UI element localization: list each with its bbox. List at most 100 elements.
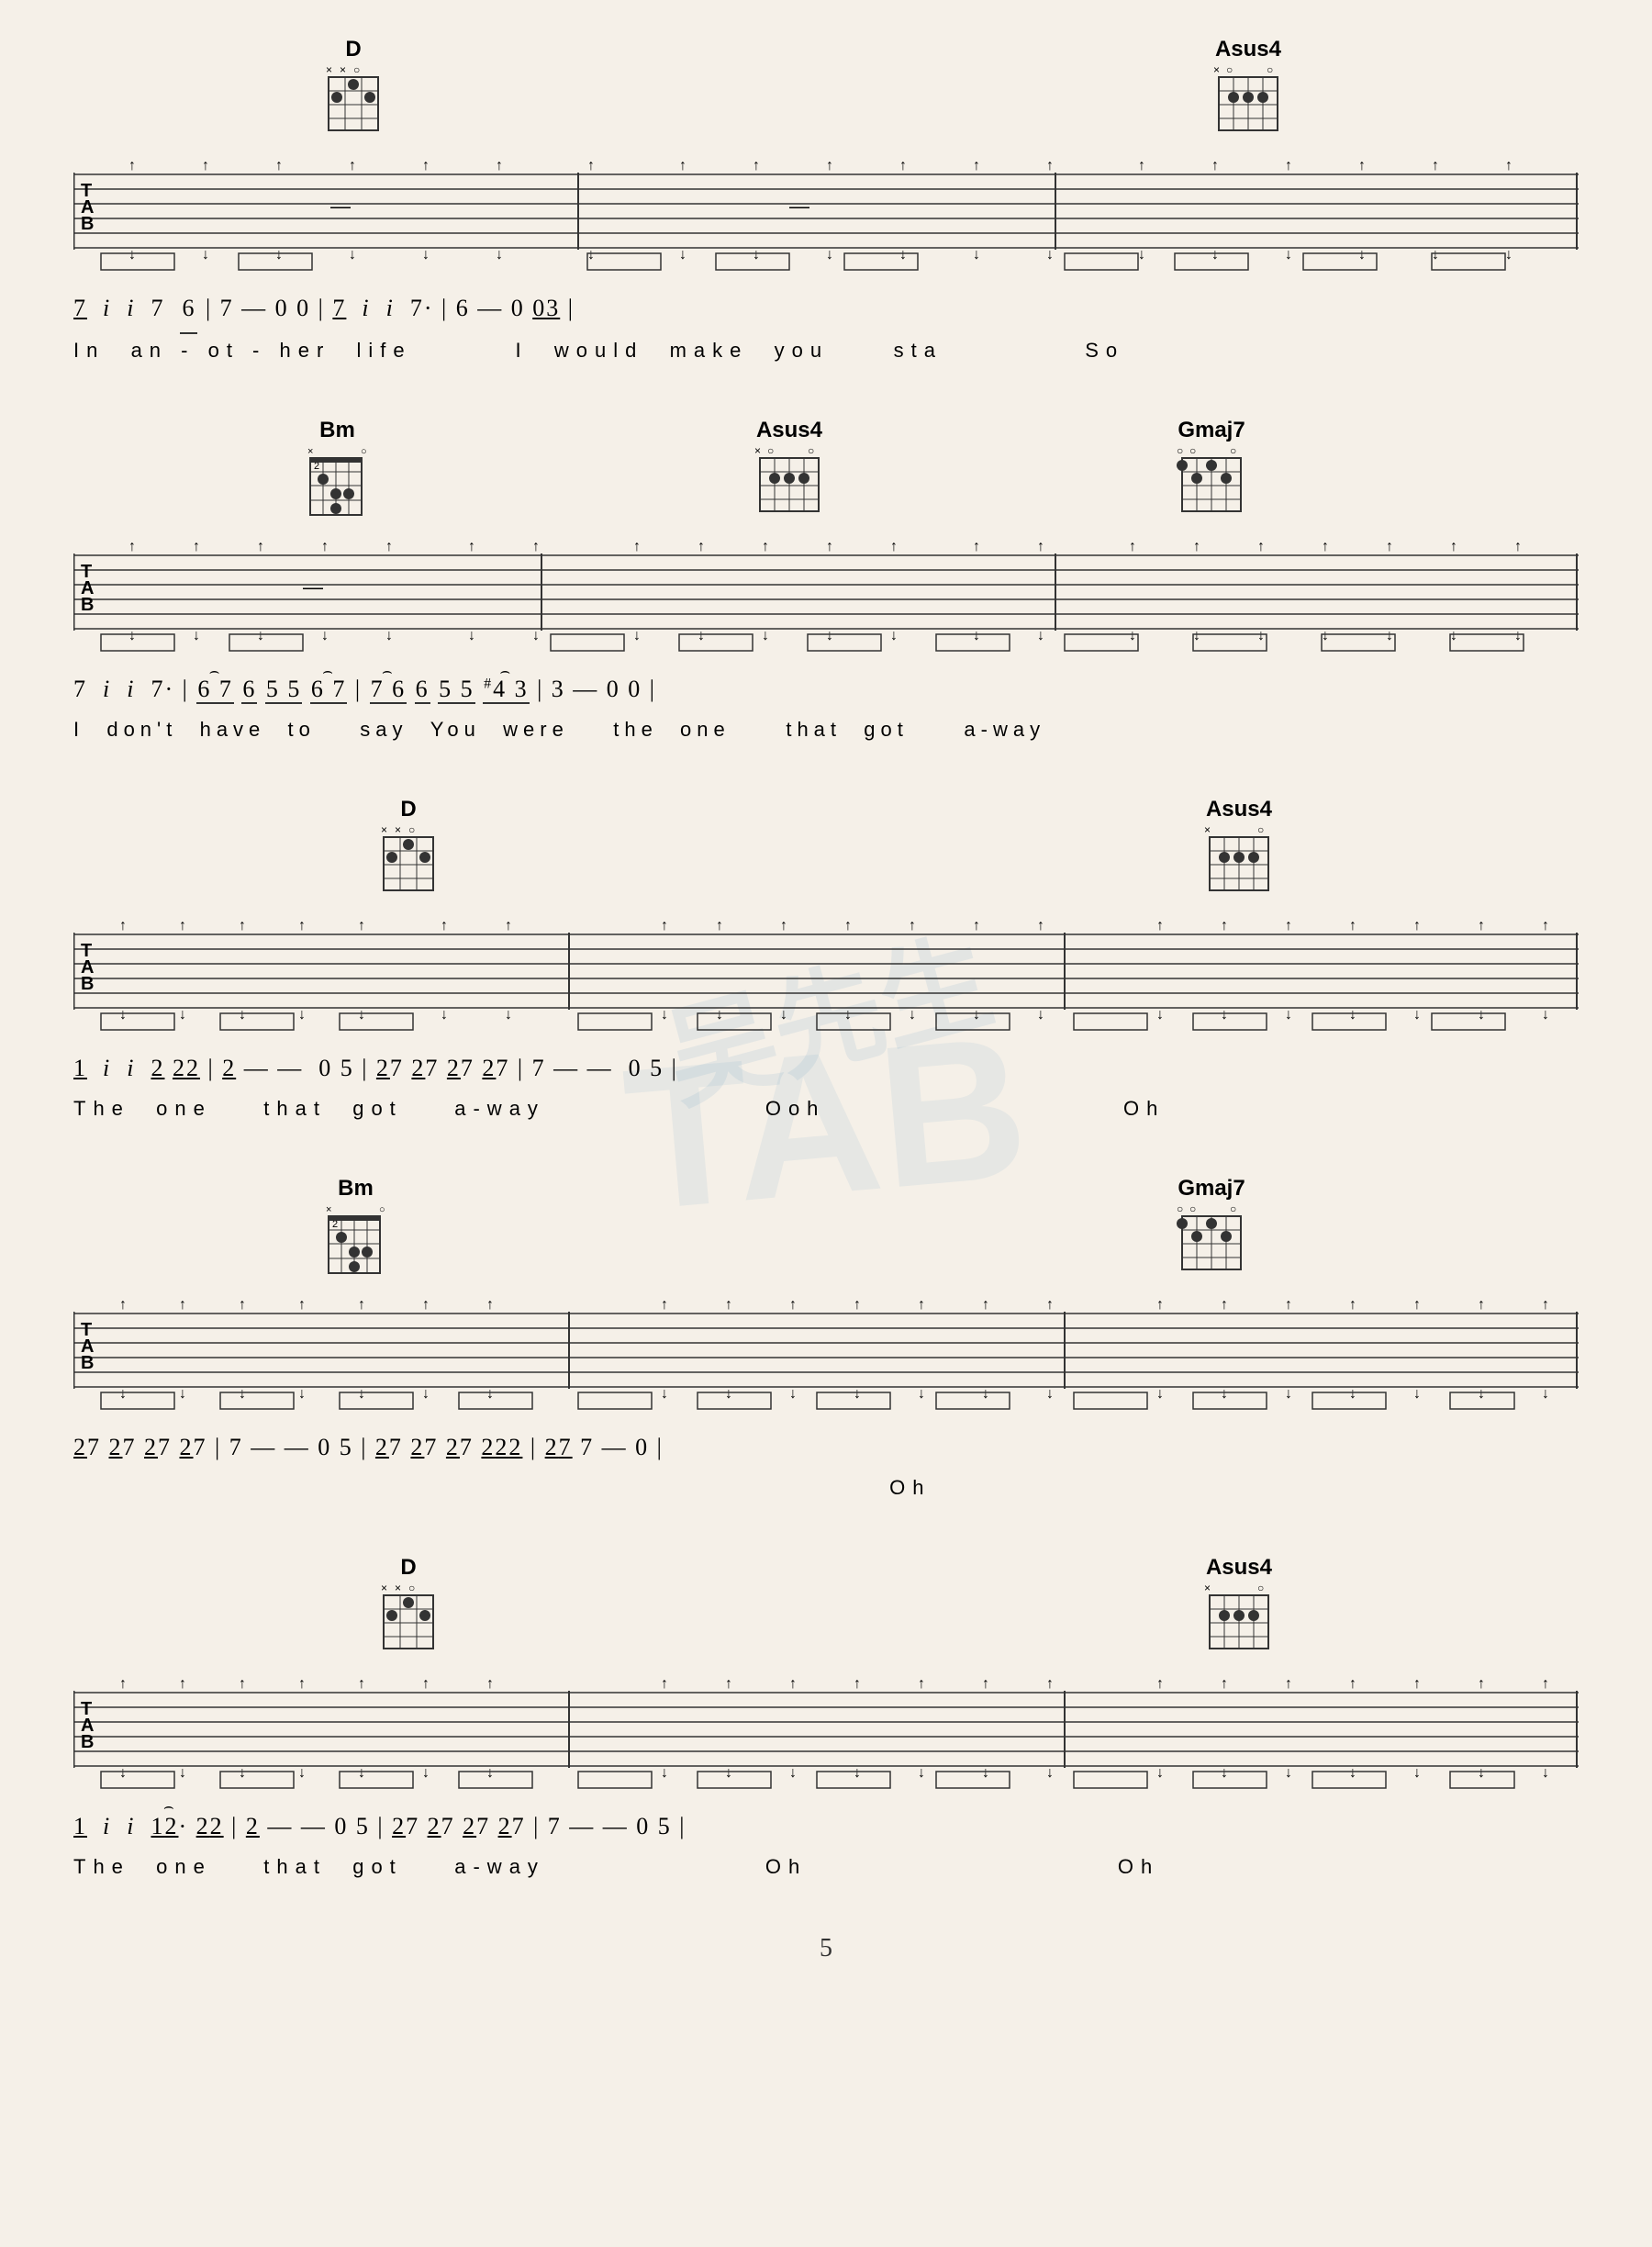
notation-5: 1 i i 12· ⌢ 22 | 2 — — 0 5 | 27 27 27 27… xyxy=(73,1803,1579,1850)
svg-text:↓: ↓ xyxy=(257,628,264,643)
chord-diagram-bm-2: × ○ 2 xyxy=(321,1202,390,1280)
svg-text:↑: ↑ xyxy=(826,539,833,554)
notation-4: 27 27 27 27 | 7 — — 0 5 | 27 27 27 222 |… xyxy=(73,1424,1579,1471)
svg-text:↑: ↑ xyxy=(179,1297,186,1313)
svg-text:↑: ↑ xyxy=(1221,1676,1228,1692)
tab-staff-4: T A B ↑↓ ↑↓ ↑↓ ↑↓ ↑↓ ↑↓ ↑↓ ↑↓ ↑↓ ↑↓ ↑↓ ↑… xyxy=(73,1295,1579,1414)
svg-text:○: ○ xyxy=(408,1582,415,1594)
svg-text:↑: ↑ xyxy=(1221,1297,1228,1313)
svg-text:○: ○ xyxy=(408,823,415,836)
svg-text:↓: ↓ xyxy=(441,1007,448,1023)
chord-asus4-4: Asus4 × ○ xyxy=(1202,1555,1276,1654)
svg-text:↓: ↓ xyxy=(725,1386,732,1402)
svg-text:↑: ↑ xyxy=(982,1297,989,1313)
svg-text:○: ○ xyxy=(767,444,774,457)
svg-text:○: ○ xyxy=(1267,63,1273,76)
svg-text:↓: ↓ xyxy=(179,1765,186,1781)
svg-text:↑: ↑ xyxy=(486,1676,494,1692)
svg-text:↑: ↑ xyxy=(128,539,136,554)
svg-text:↓: ↓ xyxy=(1037,1007,1044,1023)
svg-text:↑: ↑ xyxy=(1386,539,1393,554)
svg-text:↑: ↑ xyxy=(441,918,448,933)
svg-text:↑: ↑ xyxy=(1478,1676,1485,1692)
svg-text:↓: ↓ xyxy=(1221,1765,1228,1781)
chord-name-d-2: D xyxy=(400,797,416,822)
svg-text:↓: ↓ xyxy=(633,628,641,643)
lyrics-1: In an - ot - her life I would make you s… xyxy=(73,339,1579,363)
svg-text:×: × xyxy=(395,823,401,836)
svg-text:↓: ↓ xyxy=(358,1386,365,1402)
notation-3: 1 i i 2 22 | 2 — — 0 5 | 27 27 27 27 | 7… xyxy=(73,1045,1579,1092)
svg-text:↑: ↑ xyxy=(496,158,503,173)
svg-text:○: ○ xyxy=(1257,1582,1264,1594)
svg-text:↓: ↓ xyxy=(496,247,503,263)
svg-text:↓: ↓ xyxy=(1349,1765,1356,1781)
chord-gmaj7-2: Gmaj7 ○ ○ ○ xyxy=(1175,1176,1248,1275)
svg-text:↓: ↓ xyxy=(468,628,475,643)
svg-text:↓: ↓ xyxy=(1349,1007,1356,1023)
svg-text:↑: ↑ xyxy=(899,158,907,173)
chord-name-gmaj7-2: Gmaj7 xyxy=(1178,1176,1245,1202)
svg-text:↑: ↑ xyxy=(982,1676,989,1692)
svg-text:↓: ↓ xyxy=(789,1386,797,1402)
svg-text:↑: ↑ xyxy=(1285,158,1292,173)
chord-bm-2: Bm × ○ 2 xyxy=(321,1176,390,1280)
svg-text:↑: ↑ xyxy=(1349,1676,1356,1692)
svg-text:↑: ↑ xyxy=(973,158,980,173)
svg-text:↑: ↑ xyxy=(358,918,365,933)
svg-text:↑: ↑ xyxy=(1478,918,1485,933)
svg-text:↓: ↓ xyxy=(918,1765,925,1781)
svg-text:↑: ↑ xyxy=(826,158,833,173)
svg-text:↓: ↓ xyxy=(1138,247,1145,263)
svg-text:↓: ↓ xyxy=(358,1765,365,1781)
svg-text:↓: ↓ xyxy=(909,1007,916,1023)
svg-text:×: × xyxy=(1204,823,1211,836)
svg-text:↑: ↑ xyxy=(698,539,705,554)
chord-d-2: D × × ○ xyxy=(376,797,441,896)
svg-text:↑: ↑ xyxy=(179,918,186,933)
svg-text:↓: ↓ xyxy=(661,1765,668,1781)
svg-text:—: — xyxy=(303,576,323,598)
svg-text:↓: ↓ xyxy=(982,1765,989,1781)
svg-text:↓: ↓ xyxy=(661,1386,668,1402)
svg-text:↓: ↓ xyxy=(1285,1386,1292,1402)
chord-asus4-1: Asus4 × ○ ○ xyxy=(1211,37,1285,136)
svg-text:×: × xyxy=(340,63,346,76)
svg-text:↓: ↓ xyxy=(422,1765,430,1781)
svg-text:↑: ↑ xyxy=(119,1676,127,1692)
svg-text:○: ○ xyxy=(1177,1202,1183,1215)
svg-text:↑: ↑ xyxy=(1450,539,1457,554)
svg-text:↓: ↓ xyxy=(1413,1386,1421,1402)
chord-name-bm-1: Bm xyxy=(319,418,355,443)
chord-row-3: D × × ○ Asus4 xyxy=(73,797,1579,916)
svg-text:○: ○ xyxy=(1230,1202,1236,1215)
svg-text:↑: ↑ xyxy=(789,1297,797,1313)
chord-name-gmaj7-1: Gmaj7 xyxy=(1178,418,1245,443)
svg-text:↑: ↑ xyxy=(468,539,475,554)
svg-text:↓: ↓ xyxy=(899,247,907,263)
svg-text:↓: ↓ xyxy=(179,1007,186,1023)
svg-text:○: ○ xyxy=(1230,444,1236,457)
lyrics-3: The one that got a-way Ooh Oh xyxy=(73,1097,1579,1121)
svg-text:↓: ↓ xyxy=(1221,1386,1228,1402)
svg-text:↑: ↑ xyxy=(780,918,787,933)
notation-2: 7 i i 7· | 6 7⌢ 6 5 5 6 7⌢ | 7 6⌢ 6 5 5 … xyxy=(73,665,1579,713)
svg-text:↑: ↑ xyxy=(633,539,641,554)
svg-text:↓: ↓ xyxy=(298,1007,306,1023)
svg-text:↓: ↓ xyxy=(661,1007,668,1023)
section-2: Bm × ○ 2 xyxy=(73,418,1579,742)
lyrics-2: I don't have to say You were the one tha… xyxy=(73,718,1579,742)
svg-text:↓: ↓ xyxy=(679,247,686,263)
svg-text:↓: ↓ xyxy=(239,1386,246,1402)
tab-staff-2: T A B ↑↓ ↑↓ ↑↓ ↑↓ ↑↓ ↑↓ ↑↓ ↑↓ ↑↓ ↑↓ ↑↓ ↑… xyxy=(73,537,1579,656)
svg-text:↑: ↑ xyxy=(725,1297,732,1313)
svg-text:↓: ↓ xyxy=(1514,628,1522,643)
svg-text:○: ○ xyxy=(1226,63,1233,76)
svg-text:↑: ↑ xyxy=(1478,1297,1485,1313)
svg-text:↑: ↑ xyxy=(1514,539,1522,554)
svg-text:↑: ↑ xyxy=(854,1297,861,1313)
svg-text:↑: ↑ xyxy=(298,1297,306,1313)
svg-text:↑: ↑ xyxy=(661,1676,668,1692)
svg-text:↓: ↓ xyxy=(982,1386,989,1402)
chord-d-3: D × × ○ xyxy=(376,1555,441,1654)
